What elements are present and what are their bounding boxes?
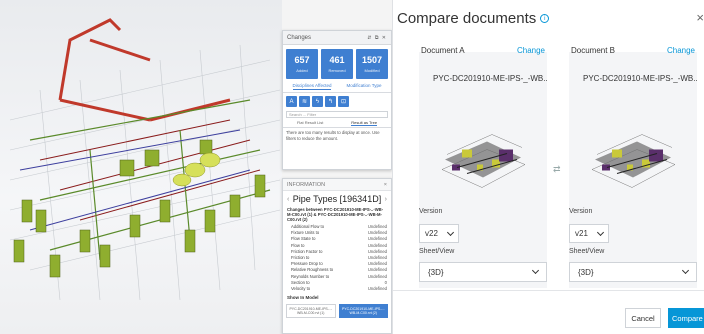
added-stat[interactable]: 657 Added — [286, 49, 318, 79]
element-title-row: ‹ Pipe Types [196341D] › — [283, 191, 391, 207]
structure-icon[interactable]: ≋ — [299, 96, 310, 107]
close-icon[interactable]: × — [696, 10, 704, 25]
version-label: Version — [419, 208, 443, 215]
swap-documents-icon[interactable]: ⇄ — [553, 164, 561, 175]
screen: Changes ⇵ ⧉ ✕ 657 Added 461 Removed 1507… — [0, 0, 704, 334]
show-in-model-label: Show In Model — [287, 295, 319, 301]
cancel-button[interactable]: Cancel — [625, 308, 661, 328]
panel-controls-icon[interactable]: ⇵ ⧉ ✕ — [367, 35, 387, 41]
chevron-down-icon — [681, 266, 690, 275]
changes-panel-header: Changes ⇵ ⧉ ✕ — [283, 31, 391, 45]
version-label: Version — [569, 208, 593, 215]
document-b-name: PYC-DC201910-ME-IPS-_-WB.. — [583, 74, 698, 83]
removed-count: 461 — [329, 55, 345, 65]
change-document-b-link[interactable]: Change — [667, 46, 695, 55]
document-a-thumbnail — [441, 134, 526, 188]
version-2-button[interactable]: PYC-DC201910-ME-IPS-..-WB-M-C00.rvt (2) — [338, 304, 388, 319]
change-document-a-link[interactable]: Change — [517, 46, 545, 55]
electrical-icon[interactable]: ϟ — [312, 96, 323, 107]
chevron-left-icon[interactable]: ‹ — [287, 196, 289, 203]
dialog-title: Compare documents i — [397, 10, 550, 27]
information-header-label: INFORMATION — [287, 181, 326, 188]
document-a-version-value: v22 — [425, 229, 438, 238]
chevron-right-icon[interactable]: › — [385, 196, 387, 203]
removed-label: Removed — [328, 68, 346, 73]
chevron-down-icon — [446, 228, 455, 236]
result-view-tabs: Flat Result List Result as Tree — [283, 120, 391, 128]
version-buttons: PYC-DC201910-ME-IPS-..-WB-M-C00.rvt (1) … — [283, 302, 391, 320]
modified-label: Modified — [364, 68, 380, 73]
changes-panel: Changes ⇵ ⧉ ✕ 657 Added 461 Removed 1507… — [282, 30, 392, 170]
document-b-label: Document B — [571, 46, 616, 55]
document-b-version-value: v21 — [575, 229, 588, 238]
property-name: Velocity to — [291, 286, 311, 292]
document-a-name: PYC-DC201910-ME-IPS-_-WB.. — [433, 74, 548, 83]
document-a-label: Document A — [421, 46, 465, 55]
chevron-down-icon — [531, 266, 540, 275]
document-b-thumbnail — [591, 134, 676, 188]
model-viewer[interactable] — [0, 0, 282, 334]
sheet-view-label: Sheet/View — [569, 248, 605, 255]
document-b-card: Document B Change PYC-DC201910-ME-IPS-_-… — [569, 46, 698, 288]
plumbing-icon[interactable]: ⊡ — [338, 96, 349, 107]
information-header: INFORMATION × — [283, 179, 391, 191]
document-b-version-select[interactable]: v21 — [569, 224, 609, 243]
added-label: Added — [296, 68, 308, 73]
discipline-icons: A ≋ ϟ ↰ ⊡ — [283, 93, 391, 110]
modified-stat[interactable]: 1507 Modified — [356, 49, 388, 79]
document-a-version-select[interactable]: v22 — [419, 224, 459, 243]
information-panel: INFORMATION × ‹ Pipe Types [196341D] › C… — [282, 178, 392, 334]
changes-panel-title: Changes — [287, 34, 312, 41]
architecture-icon[interactable]: A — [286, 96, 297, 107]
chevron-down-icon — [596, 228, 605, 236]
removed-stat[interactable]: 461 Removed — [321, 49, 353, 79]
document-a-sheet-value: {3D} — [428, 267, 444, 277]
dialog-footer: Cancel Compare — [393, 290, 704, 334]
mechanical-icon[interactable]: ↰ — [325, 96, 336, 107]
property-list: Additional Flow to Undefined Fixture Unit… — [283, 224, 391, 292]
close-icon[interactable]: × — [384, 182, 387, 188]
modified-count: 1507 — [361, 55, 383, 65]
info-icon[interactable]: i — [540, 14, 550, 23]
compare-documents-dialog: Compare documents i × Document A Change P… — [392, 0, 704, 334]
sheet-view-label: Sheet/View — [419, 248, 455, 255]
document-a-sheet-select[interactable]: {3D} — [419, 262, 547, 282]
document-a-card: Document A Change PYC-DC201910-ME-IPS-_-… — [419, 46, 548, 288]
3d-model-render — [9, 18, 281, 301]
changes-tabs: Disciplines Affected Modification Type — [283, 81, 391, 93]
document-b-sheet-value: {3D} — [578, 267, 594, 277]
tab-modification-type[interactable]: Modification Type — [347, 83, 382, 90]
tab-flat-result-list[interactable]: Flat Result List — [297, 120, 323, 126]
compare-button[interactable]: Compare — [668, 308, 704, 328]
change-stats: 657 Added 461 Removed 1507 Modified — [283, 45, 391, 81]
tab-result-as-tree[interactable]: Result as Tree — [351, 120, 378, 126]
tab-disciplines-affected[interactable]: Disciplines Affected — [292, 83, 332, 90]
property-value: Undefined — [367, 286, 387, 292]
element-title: Pipe Types [196341D] — [292, 194, 382, 204]
dialog-title-text: Compare documents — [397, 10, 537, 27]
filter-input[interactable]: Search ... Filter — [286, 111, 388, 118]
version-1-button[interactable]: PYC-DC201910-ME-IPS-..-WB-M-C00.rvt (1) — [286, 304, 336, 319]
changes-between-text: Changes between PYC-DC201910-ME-IPS-..-W… — [287, 207, 384, 222]
results-message: There are too many results to display at… — [286, 130, 380, 141]
added-count: 657 — [294, 55, 310, 65]
document-b-sheet-select[interactable]: {3D} — [569, 262, 697, 282]
